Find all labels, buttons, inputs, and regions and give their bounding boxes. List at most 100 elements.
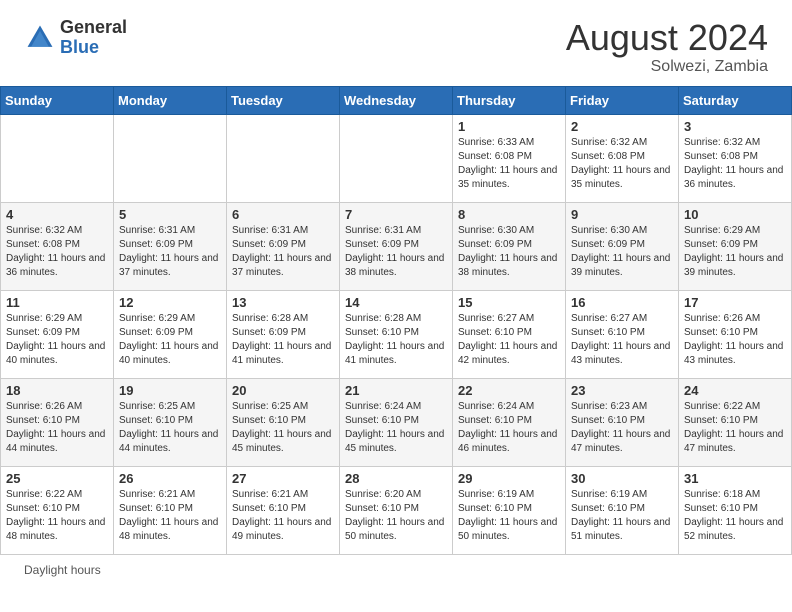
day-number: 12 — [119, 295, 221, 310]
day-info: Sunrise: 6:23 AM Sunset: 6:10 PM Dayligh… — [571, 400, 673, 456]
calendar-cell: 12Sunrise: 6:29 AM Sunset: 6:09 PM Dayli… — [114, 290, 227, 378]
calendar-cell: 13 Sunrise: 6:28 AM Sunset: 6:09 PM Dayli… — [227, 290, 340, 378]
day-number: 14 — [345, 295, 447, 310]
day-info: Sunrise: 6:28 AM Sunset: 6:10 PM Dayligh… — [345, 312, 447, 368]
calendar-cell: 8 Sunrise: 6:30 AM Sunset: 6:09 PM Daylig… — [453, 202, 566, 290]
calendar-cell: 11 Sunrise: 6:29 AM Sunset: 6:09 PM Dayli… — [1, 290, 114, 378]
calendar-cell: 6Sunrise: 6:31 AM Sunset: 6:09 PM Daylig… — [227, 202, 340, 290]
day-info: Sunrise: 6:29 AM Sunset: 6:09 PM Dayligh… — [6, 312, 108, 368]
day-of-week-header: Tuesday — [227, 86, 340, 114]
day-number: 23 — [571, 383, 673, 398]
day-info: Sunrise: 6:32 AM Sunset: 6:08 PM Dayligh… — [571, 136, 673, 192]
day-info: Sunrise: 6:28 AM Sunset: 6:09 PM Dayligh… — [232, 312, 334, 368]
month-year: August 2024 — [566, 18, 768, 58]
calendar-header-row: SundayMondayTuesdayWednesdayThursdayFrid… — [1, 86, 792, 114]
daylight-hours-label: Daylight hours — [24, 563, 101, 577]
day-info: Sunrise: 6:25 AM Sunset: 6:10 PM Dayligh… — [119, 400, 221, 456]
day-info: Sunrise: 6:24 AM Sunset: 6:10 PM Dayligh… — [458, 400, 560, 456]
day-number: 5 — [119, 207, 221, 222]
calendar-cell: 3Sunrise: 6:32 AM Sunset: 6:08 PM Daylig… — [679, 114, 792, 202]
day-number: 13 — [232, 295, 334, 310]
day-info: Sunrise: 6:19 AM Sunset: 6:10 PM Dayligh… — [458, 488, 560, 544]
location: Solwezi, Zambia — [566, 58, 768, 76]
day-of-week-header: Monday — [114, 86, 227, 114]
calendar-cell: 21Sunrise: 6:24 AM Sunset: 6:10 PM Dayli… — [340, 378, 453, 466]
day-number: 26 — [119, 471, 221, 486]
calendar-cell: 14 Sunrise: 6:28 AM Sunset: 6:10 PM Dayli… — [340, 290, 453, 378]
logo: General Blue — [24, 18, 127, 58]
calendar-cell: 29 Sunrise: 6:19 AM Sunset: 6:10 PM Dayli… — [453, 466, 566, 554]
day-info: Sunrise: 6:22 AM Sunset: 6:10 PM Dayligh… — [684, 400, 786, 456]
calendar-cell: 27Sunrise: 6:21 AM Sunset: 6:10 PM Dayli… — [227, 466, 340, 554]
calendar-cell: 23 Sunrise: 6:23 AM Sunset: 6:10 PM Dayli… — [566, 378, 679, 466]
logo-blue: Blue — [60, 38, 127, 58]
calendar-cell: 1 Sunrise: 6:33 AM Sunset: 6:08 PM Daylig… — [453, 114, 566, 202]
day-number: 18 — [6, 383, 108, 398]
calendar-cell: 4 Sunrise: 6:32 AM Sunset: 6:08 PM Daylig… — [1, 202, 114, 290]
calendar-cell: 22 Sunrise: 6:24 AM Sunset: 6:10 PM Dayli… — [453, 378, 566, 466]
calendar-cell: 10 Sunrise: 6:29 AM Sunset: 6:09 PM Dayli… — [679, 202, 792, 290]
calendar-cell: 5Sunrise: 6:31 AM Sunset: 6:09 PM Daylig… — [114, 202, 227, 290]
calendar-cell — [114, 114, 227, 202]
calendar-cell — [340, 114, 453, 202]
day-info: Sunrise: 6:18 AM Sunset: 6:10 PM Dayligh… — [684, 488, 786, 544]
title-block: August 2024 Solwezi, Zambia — [566, 18, 768, 76]
day-number: 28 — [345, 471, 447, 486]
day-number: 4 — [6, 207, 108, 222]
day-number: 10 — [684, 207, 786, 222]
day-number: 1 — [458, 119, 560, 134]
day-number: 16 — [571, 295, 673, 310]
day-info: Sunrise: 6:26 AM Sunset: 6:10 PM Dayligh… — [6, 400, 108, 456]
calendar-week-row: 18 Sunrise: 6:26 AM Sunset: 6:10 PM Dayli… — [1, 378, 792, 466]
calendar-week-row: 4 Sunrise: 6:32 AM Sunset: 6:08 PM Daylig… — [1, 202, 792, 290]
calendar-cell: 26 Sunrise: 6:21 AM Sunset: 6:10 PM Dayli… — [114, 466, 227, 554]
calendar-cell: 9Sunrise: 6:30 AM Sunset: 6:09 PM Daylig… — [566, 202, 679, 290]
day-number: 25 — [6, 471, 108, 486]
calendar-cell: 17Sunrise: 6:26 AM Sunset: 6:10 PM Dayli… — [679, 290, 792, 378]
day-number: 29 — [458, 471, 560, 486]
day-number: 6 — [232, 207, 334, 222]
day-info: Sunrise: 6:27 AM Sunset: 6:10 PM Dayligh… — [458, 312, 560, 368]
calendar-cell: 25 Sunrise: 6:22 AM Sunset: 6:10 PM Dayli… — [1, 466, 114, 554]
day-of-week-header: Wednesday — [340, 86, 453, 114]
page-header: General Blue August 2024 Solwezi, Zambia — [0, 0, 792, 86]
day-info: Sunrise: 6:32 AM Sunset: 6:08 PM Dayligh… — [6, 224, 108, 280]
day-number: 9 — [571, 207, 673, 222]
logo-text: General Blue — [60, 18, 127, 58]
calendar-cell: 30Sunrise: 6:19 AM Sunset: 6:10 PM Dayli… — [566, 466, 679, 554]
day-of-week-header: Thursday — [453, 86, 566, 114]
day-info: Sunrise: 6:29 AM Sunset: 6:09 PM Dayligh… — [684, 224, 786, 280]
day-number: 11 — [6, 295, 108, 310]
day-of-week-header: Saturday — [679, 86, 792, 114]
calendar-cell: 7Sunrise: 6:31 AM Sunset: 6:09 PM Daylig… — [340, 202, 453, 290]
day-info: Sunrise: 6:31 AM Sunset: 6:09 PM Dayligh… — [345, 224, 447, 280]
calendar-cell — [227, 114, 340, 202]
calendar-week-row: 11 Sunrise: 6:29 AM Sunset: 6:09 PM Dayli… — [1, 290, 792, 378]
day-number: 8 — [458, 207, 560, 222]
calendar-cell: 24 Sunrise: 6:22 AM Sunset: 6:10 PM Dayli… — [679, 378, 792, 466]
calendar-cell: 19Sunrise: 6:25 AM Sunset: 6:10 PM Dayli… — [114, 378, 227, 466]
day-info: Sunrise: 6:24 AM Sunset: 6:10 PM Dayligh… — [345, 400, 447, 456]
calendar-week-row: 25 Sunrise: 6:22 AM Sunset: 6:10 PM Dayli… — [1, 466, 792, 554]
day-info: Sunrise: 6:22 AM Sunset: 6:10 PM Dayligh… — [6, 488, 108, 544]
calendar-cell: 15 Sunrise: 6:27 AM Sunset: 6:10 PM Dayli… — [453, 290, 566, 378]
footer: Daylight hours — [0, 555, 792, 583]
day-info: Sunrise: 6:21 AM Sunset: 6:10 PM Dayligh… — [119, 488, 221, 544]
day-number: 15 — [458, 295, 560, 310]
calendar-table: SundayMondayTuesdayWednesdayThursdayFrid… — [0, 86, 792, 555]
day-number: 27 — [232, 471, 334, 486]
day-number: 24 — [684, 383, 786, 398]
day-number: 2 — [571, 119, 673, 134]
day-number: 17 — [684, 295, 786, 310]
calendar-cell: 28 Sunrise: 6:20 AM Sunset: 6:10 PM Dayli… — [340, 466, 453, 554]
day-number: 30 — [571, 471, 673, 486]
calendar-cell: 2 Sunrise: 6:32 AM Sunset: 6:08 PM Daylig… — [566, 114, 679, 202]
day-number: 22 — [458, 383, 560, 398]
day-info: Sunrise: 6:25 AM Sunset: 6:10 PM Dayligh… — [232, 400, 334, 456]
day-info: Sunrise: 6:20 AM Sunset: 6:10 PM Dayligh… — [345, 488, 447, 544]
day-info: Sunrise: 6:30 AM Sunset: 6:09 PM Dayligh… — [458, 224, 560, 280]
day-info: Sunrise: 6:33 AM Sunset: 6:08 PM Dayligh… — [458, 136, 560, 192]
calendar-cell: 20Sunrise: 6:25 AM Sunset: 6:10 PM Dayli… — [227, 378, 340, 466]
calendar-cell: 16Sunrise: 6:27 AM Sunset: 6:10 PM Dayli… — [566, 290, 679, 378]
calendar-week-row: 1 Sunrise: 6:33 AM Sunset: 6:08 PM Daylig… — [1, 114, 792, 202]
